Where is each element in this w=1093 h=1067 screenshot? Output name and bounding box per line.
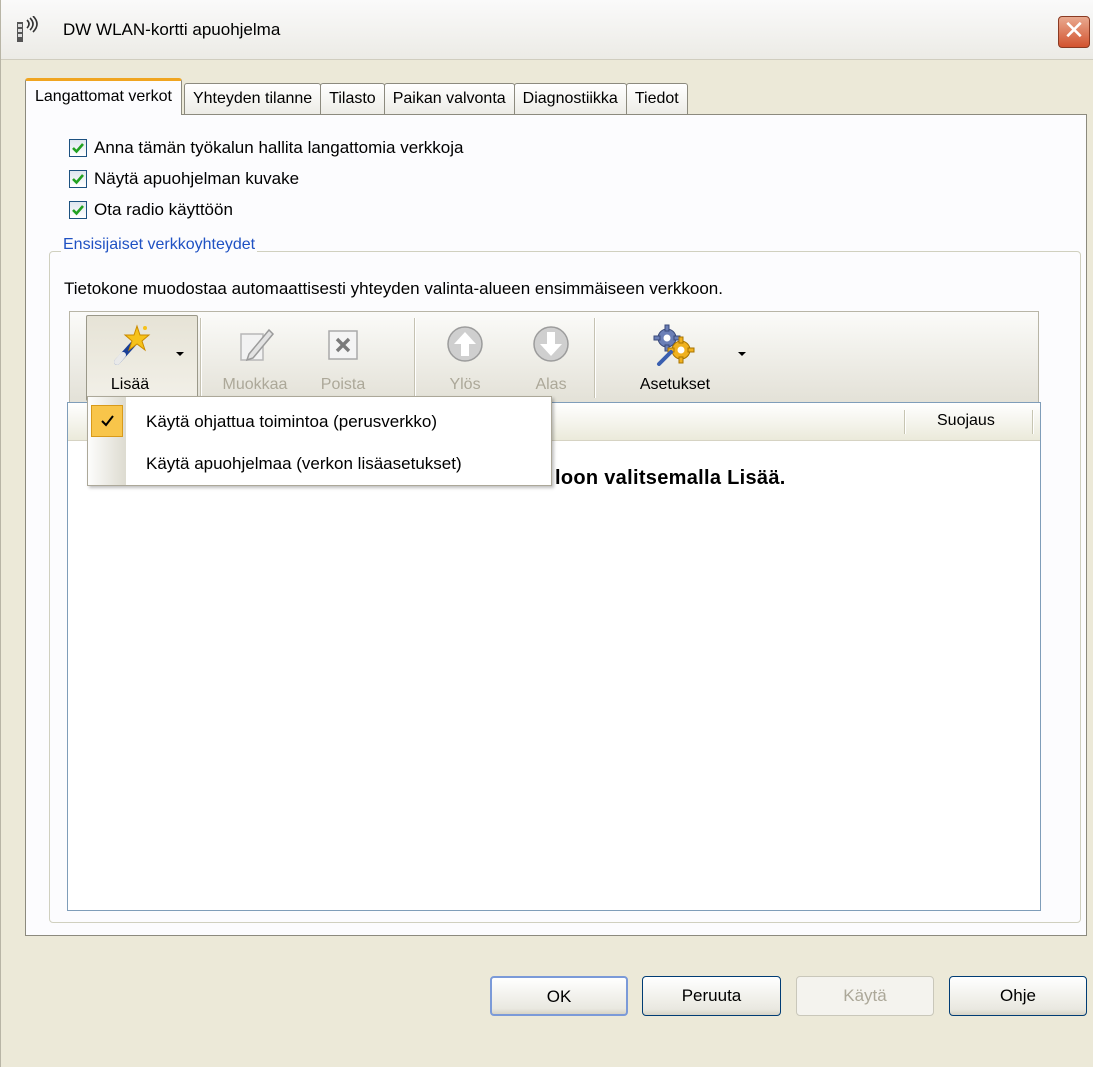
magic-wand-icon: [109, 324, 151, 371]
toolbar-separator: [200, 318, 202, 398]
check-icon: [72, 143, 84, 154]
gears-icon: [653, 324, 697, 371]
menu-item-advanced[interactable]: Käytä apuohjelmaa (verkon lisäasetukset): [88, 443, 551, 485]
menu-item-label: Käytä ohjattua toimintoa (perusverkko): [146, 412, 438, 431]
dialog-window: DW WLAN-kortti apuohjelma ✕ Langattomat …: [0, 0, 1093, 1067]
network-toolbar: Lisää Muokkaa Poista Ylös Alas Asetukset: [69, 311, 1039, 403]
tab-diagnostiikka[interactable]: Diagnostiikka: [513, 83, 627, 115]
checkbox[interactable]: [69, 170, 87, 188]
edit-button[interactable]: Muokkaa: [210, 312, 300, 402]
add-dropdown-menu: Käytä ohjattua toimintoa (perusverkko) K…: [87, 396, 552, 486]
tab-label: Langattomat verkot: [35, 88, 172, 105]
group-legend: Ensisijaiset verkkoyhteydet: [61, 236, 258, 254]
add-button[interactable]: Lisää: [88, 312, 172, 402]
tab-langattomat-verkot[interactable]: Langattomat verkot: [25, 78, 182, 115]
settings-button-label: Asetukset: [639, 376, 711, 393]
column-header-security[interactable]: Suojaus: [937, 412, 995, 430]
edit-button-label: Muokkaa: [222, 376, 288, 393]
ok-button[interactable]: OK: [490, 976, 628, 1016]
help-button[interactable]: Ohje: [949, 976, 1087, 1016]
move-up-button[interactable]: Ylös: [434, 312, 496, 402]
move-up-button-label: Ylös: [449, 376, 481, 393]
tab-strip: Langattomat verkot Yhteyden tilanne Tila…: [25, 78, 688, 115]
tab-tiedot[interactable]: Tiedot: [625, 83, 688, 115]
checkbox-label: Näytä apuohjelman kuvake: [94, 169, 300, 188]
tab-label: Paikan valvonta: [392, 90, 506, 107]
option-manage-networks[interactable]: Anna tämän työkalun hallita langattomia …: [69, 136, 464, 160]
check-icon: [72, 205, 84, 216]
check-icon: [72, 174, 84, 185]
move-down-button[interactable]: Alas: [520, 312, 582, 402]
toolbar-separator: [414, 318, 416, 398]
move-down-button-label: Alas: [535, 376, 567, 393]
add-button-label: Lisää: [110, 376, 150, 393]
remove-button-label: Poista: [320, 376, 366, 393]
pencil-icon: [235, 324, 275, 369]
window-title: DW WLAN-kortti apuohjelma: [63, 20, 281, 39]
settings-button[interactable]: Asetukset: [610, 312, 740, 402]
cancel-button[interactable]: Peruuta: [642, 976, 781, 1016]
checkbox-label: Anna tämän työkalun hallita langattomia …: [94, 138, 464, 157]
option-show-icon[interactable]: Näytä apuohjelman kuvake: [69, 167, 299, 191]
menu-item-label: Käytä apuohjelmaa (verkon lisäasetukset): [146, 454, 462, 473]
check-icon: [91, 405, 123, 437]
delete-icon: [326, 328, 360, 367]
close-button[interactable]: ✕: [1058, 16, 1090, 48]
close-icon: ✕: [1063, 16, 1085, 46]
menu-item-wizard[interactable]: Käytä ohjattua toimintoa (perusverkko): [88, 401, 551, 443]
arrow-up-icon: [445, 324, 485, 369]
toolbar-separator: [594, 318, 596, 398]
remove-button[interactable]: Poista: [308, 312, 378, 402]
tab-label: Tilasto: [329, 90, 376, 107]
tab-label: Diagnostiikka: [522, 90, 618, 107]
apply-button[interactable]: Käytä: [796, 976, 934, 1016]
checkbox-label: Ota radio käyttöön: [94, 200, 233, 219]
column-separator[interactable]: [904, 410, 906, 434]
empty-list-message: loon valitsemalla Lisää.: [555, 467, 786, 489]
chevron-down-icon[interactable]: [738, 352, 746, 356]
chevron-down-icon[interactable]: [176, 352, 184, 356]
tab-paikan-valvonta[interactable]: Paikan valvonta: [383, 83, 515, 115]
option-enable-radio[interactable]: Ota radio käyttöön: [69, 198, 233, 222]
tab-label: Tiedot: [634, 90, 679, 107]
checkbox[interactable]: [69, 139, 87, 157]
title-bar[interactable]: DW WLAN-kortti apuohjelma ✕: [1, 0, 1093, 60]
tab-tilasto[interactable]: Tilasto: [320, 83, 385, 115]
tab-label: Yhteyden tilanne: [192, 90, 313, 107]
checkbox[interactable]: [69, 201, 87, 219]
tab-yhteyden-tilanne[interactable]: Yhteyden tilanne: [183, 83, 322, 115]
wireless-antenna-icon: [11, 15, 45, 46]
arrow-down-icon: [531, 324, 571, 369]
column-separator[interactable]: [1032, 410, 1034, 434]
group-description: Tietokone muodostaa automaattisesti yhte…: [64, 279, 723, 298]
